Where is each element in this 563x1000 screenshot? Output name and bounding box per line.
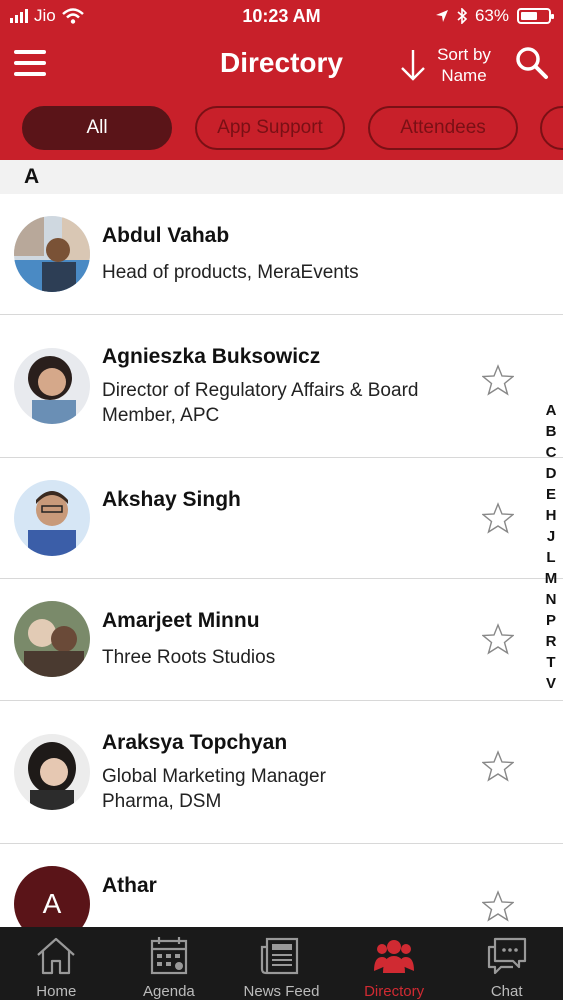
- tab-label: Agenda: [143, 983, 195, 1000]
- contact-name: Amarjeet Minnu: [102, 609, 260, 632]
- nav-bar: Directory Sort by Name: [0, 34, 563, 96]
- star-icon[interactable]: [482, 890, 514, 922]
- index-letter[interactable]: D: [546, 463, 557, 484]
- battery-percent: 63%: [474, 6, 509, 25]
- contact-subtitle: Director of Regulatory Affairs & Board M…: [102, 378, 472, 428]
- index-letter[interactable]: A: [546, 400, 557, 421]
- contact-subtitle: Three Roots Studios: [102, 645, 472, 670]
- index-letter[interactable]: H: [546, 505, 557, 526]
- home-icon: [37, 937, 76, 975]
- newspaper-icon: [261, 937, 299, 975]
- contact-name: Athar: [102, 874, 157, 897]
- tab-chat[interactable]: Chat: [450, 927, 563, 1000]
- contact-name: Abdul Vahab: [102, 224, 230, 247]
- tab-label: Home: [36, 983, 77, 1000]
- avatar: [14, 734, 90, 810]
- contact-name: Akshay Singh: [102, 488, 241, 511]
- contact-subtitle-line1: Global Marketing Manager: [102, 766, 326, 787]
- avatar-initial: A: [14, 866, 90, 927]
- calendar-icon: [150, 937, 187, 975]
- tab-news-feed[interactable]: News Feed: [225, 927, 338, 1000]
- contact-subtitle-line2: Pharma, DSM: [102, 791, 222, 812]
- alphabet-index[interactable]: A B C D E H J L M N P R T V: [541, 400, 561, 694]
- contact-name: Agnieszka Buksowicz: [102, 345, 321, 368]
- filter-chip-app-support[interactable]: App Support: [195, 106, 345, 150]
- tab-label: News Feed: [243, 983, 320, 1000]
- contact-subtitle: Head of products, MeraEvents: [102, 260, 472, 285]
- directory-list[interactable]: Abdul Vahab Head of products, MeraEvents…: [0, 194, 563, 927]
- status-bar: Jio 10:23 AM 63%: [0, 0, 563, 34]
- sort-label: Sort by Name: [434, 44, 494, 86]
- tab-agenda[interactable]: Agenda: [113, 927, 226, 1000]
- location-arrow-icon: [435, 10, 448, 22]
- index-letter[interactable]: T: [546, 652, 555, 673]
- star-icon[interactable]: [482, 502, 514, 534]
- contact-subtitle-line1: Three Roots Studios: [102, 647, 276, 668]
- filter-chip-more[interactable]: [540, 106, 563, 150]
- contact-subtitle-line2: Member, APC: [102, 405, 220, 426]
- bluetooth-icon: [457, 8, 467, 24]
- status-right: 63%: [435, 6, 554, 26]
- index-letter[interactable]: J: [547, 526, 555, 547]
- contact-row[interactable]: Araksya Topchyan Global Marketing Manage…: [0, 701, 563, 844]
- battery-icon: [517, 8, 554, 24]
- star-icon[interactable]: [482, 364, 514, 396]
- chat-icon: [487, 937, 526, 975]
- contact-subtitle: Global Marketing Manager Pharma, DSM: [102, 764, 472, 814]
- search-icon[interactable]: [515, 46, 549, 80]
- index-letter[interactable]: B: [546, 421, 557, 442]
- contact-subtitle-line1: Head of products, MeraEvents: [102, 262, 359, 283]
- avatar: [14, 216, 90, 292]
- index-letter[interactable]: R: [546, 631, 557, 652]
- tab-label: Chat: [490, 983, 523, 1000]
- contact-row[interactable]: Abdul Vahab Head of products, MeraEvents: [0, 194, 563, 315]
- filter-bar: All App Support Attendees: [0, 96, 563, 160]
- index-letter[interactable]: V: [546, 673, 556, 694]
- tab-bar: Home Agenda News Feed Directory Chat: [0, 927, 563, 1000]
- contact-row[interactable]: Akshay Singh: [0, 458, 563, 579]
- index-letter[interactable]: P: [546, 610, 556, 631]
- contact-name: Araksya Topchyan: [102, 731, 288, 754]
- contact-row[interactable]: Agnieszka Buksowicz Director of Regulato…: [0, 315, 563, 458]
- avatar: [14, 348, 90, 424]
- tab-home[interactable]: Home: [0, 927, 113, 1000]
- section-header: A: [0, 160, 563, 194]
- avatar: [14, 480, 90, 556]
- sort-button[interactable]: Sort by Name: [400, 44, 494, 86]
- index-letter[interactable]: N: [546, 589, 557, 610]
- contact-row[interactable]: Amarjeet Minnu Three Roots Studios: [0, 579, 563, 701]
- avatar: [14, 601, 90, 677]
- tab-label: Directory: [364, 983, 425, 1000]
- tab-directory[interactable]: Directory: [338, 927, 451, 1000]
- index-letter[interactable]: M: [545, 568, 558, 589]
- index-letter[interactable]: C: [546, 442, 557, 463]
- index-letter[interactable]: L: [546, 547, 555, 568]
- index-letter[interactable]: E: [546, 484, 556, 505]
- contact-subtitle-line1: Director of Regulatory Affairs & Board: [102, 380, 419, 401]
- arrow-down-icon: [401, 50, 425, 81]
- star-icon[interactable]: [482, 623, 514, 655]
- filter-chip-all[interactable]: All: [22, 106, 172, 150]
- sort-label-line1: Sort by: [437, 45, 491, 64]
- people-icon: [374, 940, 415, 973]
- contact-row[interactable]: A Athar: [0, 844, 563, 927]
- star-icon[interactable]: [482, 750, 514, 782]
- sort-label-line2: Name: [441, 66, 487, 85]
- filter-chip-attendees[interactable]: Attendees: [368, 106, 518, 150]
